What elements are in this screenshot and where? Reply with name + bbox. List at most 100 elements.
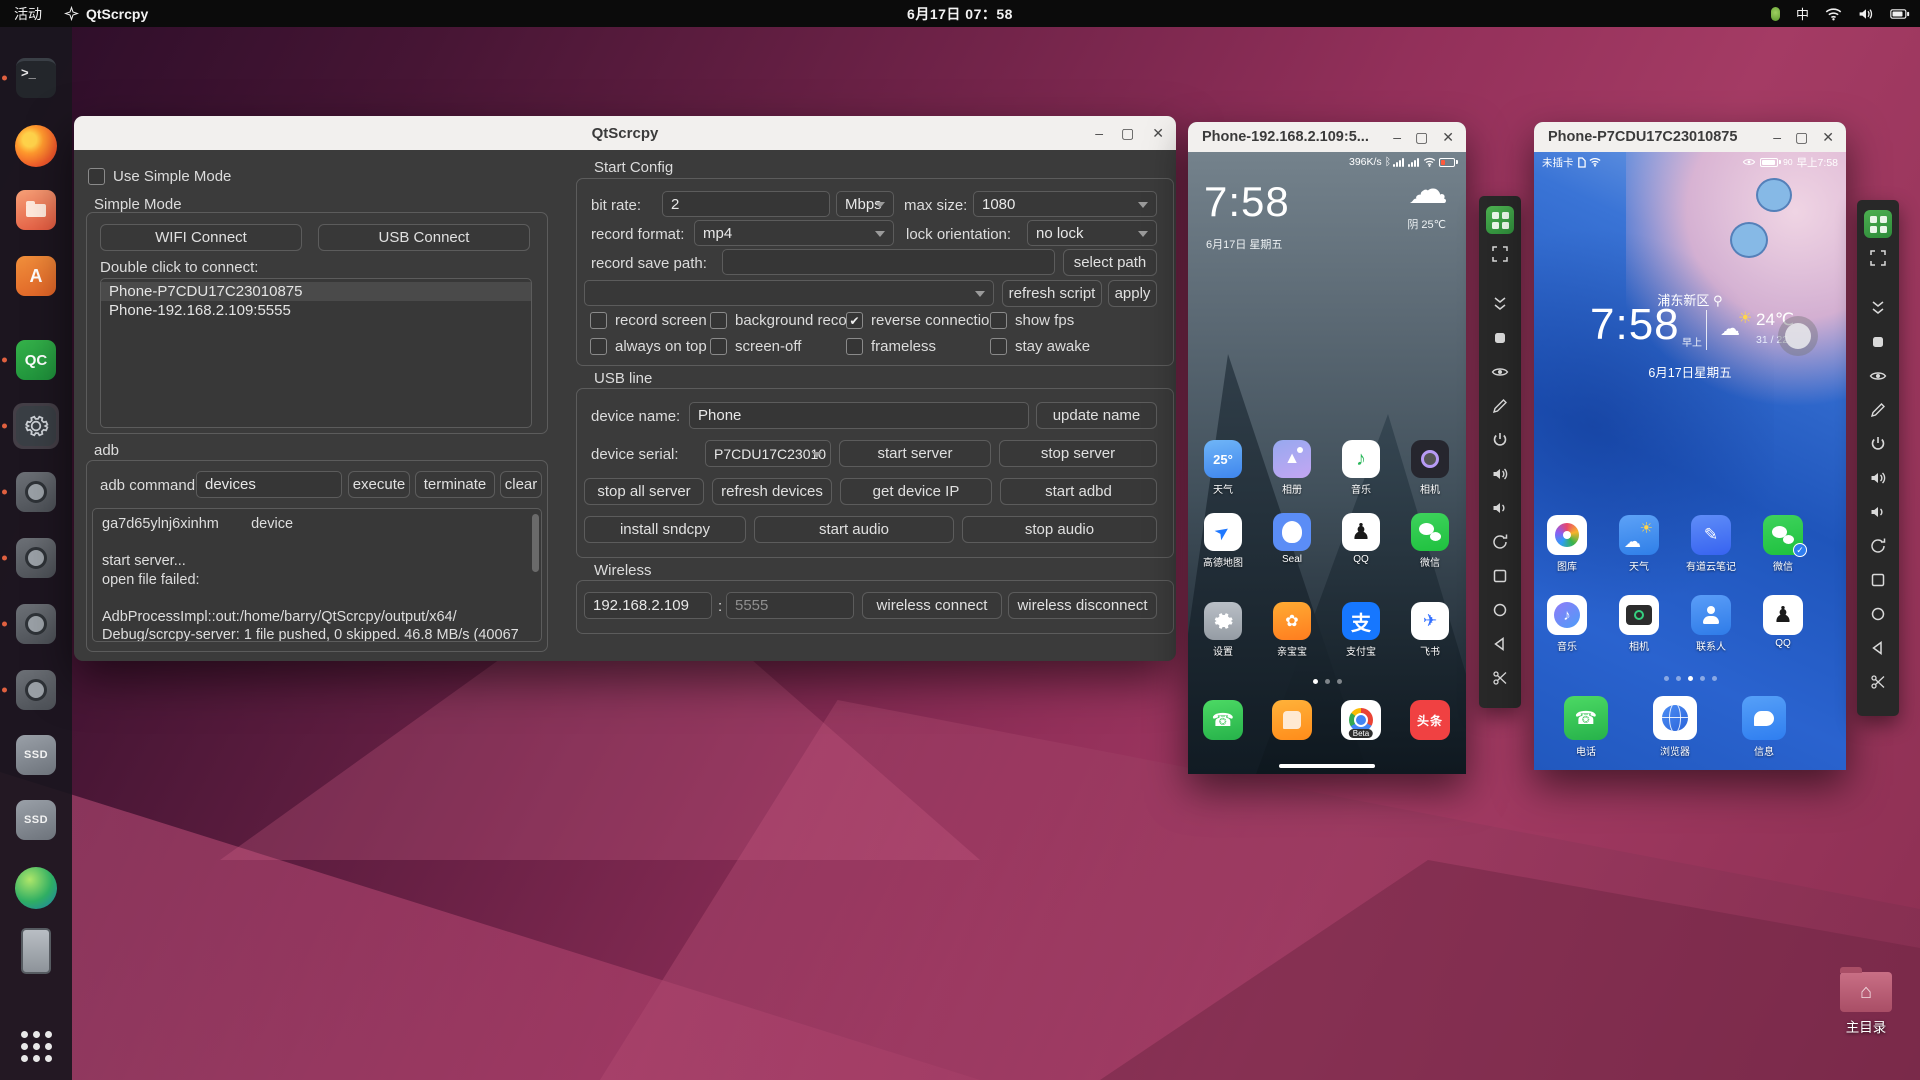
app-contacts-app[interactable]: 联系人 — [1680, 595, 1742, 653]
screenshot-icon[interactable] — [1486, 324, 1514, 352]
wifi-icon[interactable] — [1825, 7, 1842, 21]
phone1-screen[interactable]: 396K/s ᛒ 7:58 6月17日 星期五 ☁ 阴 25℃ 25° 天气 ▲ 相册… — [1188, 152, 1466, 774]
app-qq-app[interactable]: ♟ QQ — [1752, 595, 1814, 649]
record-format-combo[interactable]: mp4 — [694, 220, 894, 246]
app-feishu-app[interactable]: ✈ 飞书 — [1399, 602, 1461, 658]
clip-icon[interactable] — [1486, 664, 1514, 692]
app-wechat-app[interactable]: 微信 — [1399, 513, 1461, 569]
start-adbd-button[interactable]: start adbd — [1000, 478, 1157, 505]
wireless-disconnect-button[interactable]: wireless disconnect — [1008, 592, 1157, 619]
clock[interactable]: 6月17日 07：58 — [907, 4, 1013, 24]
back-icon[interactable] — [1486, 630, 1514, 658]
dock-item-sync-app[interactable] — [13, 865, 59, 911]
phone2-close-button[interactable]: ✕ — [1822, 129, 1834, 146]
app-seal-app[interactable]: Seal — [1261, 513, 1323, 565]
focused-app-menu[interactable]: QtScrcpy — [64, 6, 148, 22]
recents-icon[interactable] — [1864, 566, 1892, 594]
volume-down-icon[interactable] — [1864, 498, 1892, 526]
start-audio-button[interactable]: start audio — [754, 516, 954, 543]
power-icon[interactable] — [1864, 430, 1892, 458]
app-toutiao-app[interactable]: 头条 — [1399, 700, 1461, 740]
clear-button[interactable]: clear — [500, 471, 542, 498]
app-hw-weather-app[interactable]: ☀ ☁ 天气 — [1608, 515, 1670, 573]
app-browser-app[interactable]: 浏览器 — [1644, 696, 1706, 758]
wireless-ip-input[interactable]: 192.168.2.109 — [584, 592, 712, 619]
app-gallery-app[interactable]: ▲ 相册 — [1261, 440, 1323, 496]
assistive-ball[interactable] — [1778, 316, 1818, 356]
wireless-connect-button[interactable]: wireless connect — [862, 592, 1002, 619]
checkbox-always-on-top[interactable]: always on top — [590, 338, 707, 355]
app-hw-camera-app[interactable]: 相机 — [1608, 595, 1670, 653]
app-camera-app[interactable]: 相机 — [1399, 440, 1461, 496]
apply-button[interactable]: apply — [1108, 280, 1157, 307]
close-button[interactable]: ✕ — [1152, 125, 1164, 142]
adb-log-output[interactable]: ga7d65ylnj6xinhm device start server... … — [92, 508, 542, 642]
device-list-item[interactable]: Phone-192.168.2.109:5555 — [101, 301, 531, 320]
dock-item-ssd-drive-2[interactable]: SSD — [13, 797, 59, 843]
dock-item-qt-creator[interactable]: QC — [2, 337, 59, 383]
bit-rate-unit-combo[interactable]: Mbps — [836, 191, 894, 217]
dock-item-device-mirror-2[interactable] — [2, 535, 59, 581]
dock-item-ssd-drive-1[interactable]: SSD — [13, 732, 59, 778]
group-control-icon[interactable] — [1486, 206, 1514, 234]
app-chrome-app[interactable]: Beta — [1330, 700, 1392, 740]
screen-off-icon[interactable] — [1864, 362, 1892, 390]
dock-item-settings[interactable] — [2, 403, 59, 449]
refresh-script-button[interactable]: refresh script — [1002, 280, 1102, 307]
fullscreen-icon[interactable] — [1864, 244, 1892, 272]
volume-down-icon[interactable] — [1486, 494, 1514, 522]
wireless-port-input[interactable]: 5555 — [726, 592, 854, 619]
touch-icon[interactable] — [1864, 396, 1892, 424]
checkbox-record-screen[interactable]: record screen — [590, 312, 707, 329]
app-hw-wechat-app[interactable]: ✓ 微信 — [1752, 515, 1814, 573]
dock-item-show-applications[interactable] — [13, 1023, 59, 1069]
rotate-icon[interactable] — [1486, 528, 1514, 556]
dock-item-phone-device[interactable] — [13, 928, 59, 974]
get-device-IP-button[interactable]: get device IP — [840, 478, 992, 505]
battery-icon[interactable] — [1890, 8, 1910, 20]
app-hw-gallery-app[interactable]: 图库 — [1536, 515, 1598, 573]
log-scrollbar[interactable] — [532, 514, 539, 572]
phone1-maximize-button[interactable]: ▢ — [1415, 129, 1428, 146]
minimize-button[interactable]: – — [1095, 125, 1103, 141]
power-icon[interactable] — [1486, 426, 1514, 454]
app-hw-music-app[interactable]: ♪ 音乐 — [1536, 595, 1598, 653]
phone1-minimize-button[interactable]: – — [1393, 129, 1401, 145]
terminate-button[interactable]: terminate — [415, 471, 495, 498]
phone1-home-indicator[interactable] — [1279, 764, 1375, 768]
dock-item-device-mirror-4[interactable] — [2, 667, 59, 713]
checkbox-reverse-connection[interactable]: ✔ reverse connection — [846, 312, 998, 329]
volume-up-icon[interactable] — [1864, 464, 1892, 492]
adb-command-input[interactable]: devices — [196, 471, 342, 498]
collapse-icon[interactable] — [1486, 290, 1514, 318]
clip-icon[interactable] — [1864, 668, 1892, 696]
device-serial-combo[interactable]: P7CDU17C23010 — [705, 440, 831, 467]
bit-rate-input[interactable]: 2 — [662, 191, 830, 217]
phone1-titlebar[interactable]: Phone-192.168.2.109:5... – ▢ ✕ — [1188, 122, 1466, 152]
maximize-button[interactable]: ▢ — [1121, 125, 1134, 142]
app-amap-app[interactable]: ➤ 高德地图 — [1192, 513, 1254, 569]
volume-icon[interactable] — [1858, 7, 1874, 21]
phone2-titlebar[interactable]: Phone-P7CDU17C23010875 – ▢ ✕ — [1534, 122, 1846, 152]
device-name-input[interactable]: Phone — [689, 402, 1029, 429]
wifi-connect-button[interactable]: WIFI Connect — [100, 224, 302, 251]
rotate-icon[interactable] — [1864, 532, 1892, 560]
screen-off-icon[interactable] — [1486, 358, 1514, 386]
back-icon[interactable] — [1864, 634, 1892, 662]
app-phone-app[interactable]: ☎ — [1192, 700, 1254, 740]
dock-item-files[interactable] — [13, 187, 59, 233]
usb-connect-button[interactable]: USB Connect — [318, 224, 530, 251]
checkbox-screen-off[interactable]: screen-off — [710, 338, 801, 355]
use-simple-mode-checkbox[interactable]: Use Simple Mode — [88, 168, 231, 185]
script-combo[interactable] — [584, 280, 994, 306]
fullscreen-icon[interactable] — [1486, 240, 1514, 268]
max-size-combo[interactable]: 1080 — [973, 191, 1157, 217]
home-directory-shortcut[interactable]: ⌂ 主目录 — [1824, 967, 1908, 1036]
app-qq-app[interactable]: ♟ QQ — [1330, 513, 1392, 565]
stop-audio-button[interactable]: stop audio — [962, 516, 1157, 543]
dock-item-ubuntu-software[interactable]: A — [13, 253, 59, 299]
phone1-close-button[interactable]: ✕ — [1442, 129, 1454, 146]
collapse-icon[interactable] — [1864, 294, 1892, 322]
dock-item-device-mirror-1[interactable] — [2, 469, 59, 515]
select-path-button[interactable]: select path — [1063, 249, 1157, 276]
